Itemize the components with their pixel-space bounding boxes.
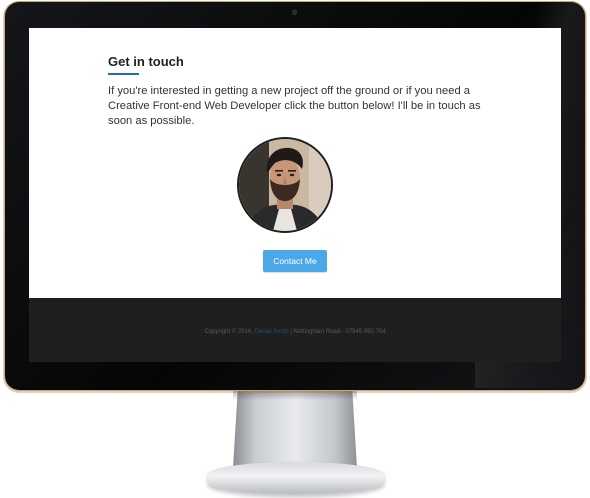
footer-address: | Nottingham Road · 07545 850 764 <box>290 329 386 335</box>
monitor-screen: Get in touch If you're interested in get… <box>29 28 561 362</box>
footer-copyright: Copyright © 2016, <box>204 329 253 335</box>
profile-photo-icon <box>239 139 331 231</box>
section-heading: Get in touch <box>108 54 184 69</box>
monitor-stand-base <box>208 462 384 494</box>
contact-section: Get in touch If you're interested in get… <box>29 28 561 298</box>
footer-name-link[interactable]: Daniel Smith <box>255 329 289 335</box>
webcam-icon <box>292 10 297 15</box>
heading-underline <box>108 73 139 75</box>
intro-paragraph: If you're interested in getting a new pr… <box>108 85 481 127</box>
profile-avatar <box>237 137 333 233</box>
site-footer: Copyright © 2016, Daniel Smith | Notting… <box>29 298 561 362</box>
desktop-monitor-mockup: Get in touch If you're interested in get… <box>0 0 590 498</box>
footer-line: Copyright © 2016, Daniel Smith | Notting… <box>29 329 561 335</box>
contact-me-button[interactable]: Contact Me <box>263 250 327 272</box>
